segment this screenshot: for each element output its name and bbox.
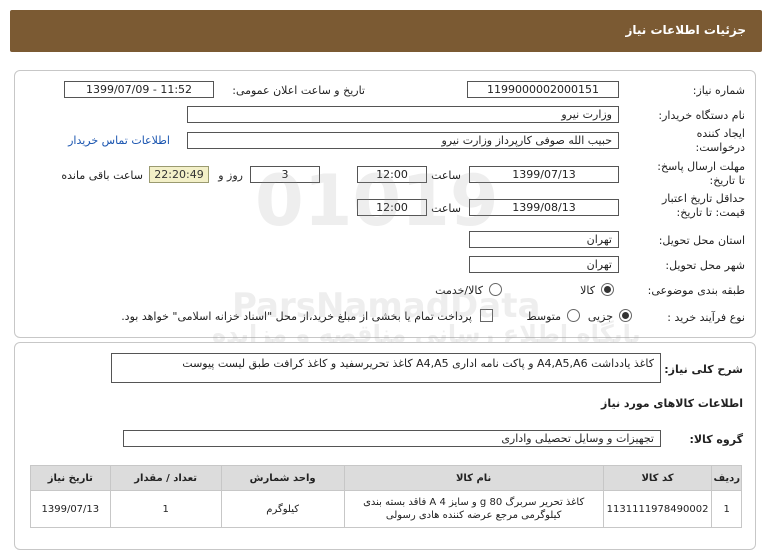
remaining-time-field: 22:20:49 — [149, 166, 209, 183]
need-description-panel: شرح کلی نیاز: کاغذ یادداشت A4,A5,A6 و پا… — [14, 342, 756, 550]
need-number-label: شماره نیاز: — [692, 84, 745, 97]
purchase-partial-label: جزیی — [587, 310, 613, 323]
delivery-city-field: تهران — [469, 256, 619, 273]
category-goods-service-radio[interactable] — [489, 283, 502, 296]
buyer-org-field: وزارت نیرو — [187, 106, 619, 123]
price-validity-time-field: 12:00 — [357, 199, 427, 216]
delivery-province-field: تهران — [469, 231, 619, 248]
cell-code: 1131111978490002 — [602, 490, 713, 528]
subject-category-label: طبقه بندی موضوعی: — [647, 284, 745, 297]
requester-field: حبیب الله صوفی کارپرداز وزارت نیرو — [187, 132, 619, 149]
page-header: جزئیات اطلاعات نیاز — [10, 10, 762, 52]
purchase-medium-label: متوسط — [526, 310, 561, 323]
description-label: شرح کلی نیاز: — [664, 363, 743, 376]
cell-unit: کیلوگرم — [220, 490, 345, 528]
col-date: تاریخ نیاز — [30, 465, 111, 491]
goods-group-field: تجهیزات و وسایل تحصیلی واداری — [123, 430, 661, 447]
price-validity-label-line1: حداقل تاریخ اعتبار — [661, 192, 745, 205]
col-quantity: تعداد / مقدار — [109, 465, 222, 491]
reply-deadline-label-line1: مهلت ارسال پاسخ: — [657, 160, 745, 173]
delivery-province-label: استان محل تحویل: — [658, 234, 745, 247]
col-row: ردیف — [711, 465, 742, 491]
reply-deadline-date-field: 1399/07/13 — [469, 166, 619, 183]
need-number-field: 1199000002000151 — [467, 81, 619, 98]
cell-date: 1399/07/13 — [30, 490, 111, 528]
price-validity-time-label: ساعت — [431, 202, 461, 215]
reply-days-field: 3 — [250, 166, 320, 183]
cell-row: 1 — [711, 490, 742, 528]
table-row: 1 1131111978490002 کاغذ تحریر سربرگ 80 g… — [30, 490, 742, 528]
cell-quantity: 1 — [109, 490, 222, 528]
purchase-medium-radio[interactable] — [567, 309, 580, 322]
col-code: کد کالا — [602, 465, 713, 491]
purchase-type-label: نوع فرآیند خرید : — [667, 311, 745, 324]
goods-section-title: اطلاعات کالاهای مورد نیاز — [601, 397, 743, 410]
col-unit: واحد شمارش — [220, 465, 345, 491]
purchase-partial-radio[interactable] — [619, 309, 632, 322]
col-name: نام کالا — [343, 465, 604, 491]
buyer-contact-link[interactable]: اطلاعات تماس خریدار — [68, 134, 170, 147]
announce-datetime-label: تاریخ و ساعت اعلان عمومی: — [232, 84, 365, 97]
requester-label-line2: درخواست: — [695, 141, 745, 154]
remaining-time-label: ساعت باقی مانده — [61, 169, 143, 182]
requester-label-line1: ایجاد کننده — [696, 127, 745, 140]
cell-name-line1: کاغذ تحریر سربرگ 80 g و سایز A 4 فاقد بس… — [363, 497, 585, 508]
description-text: کاغذ یادداشت A4,A5,A6 و پاکت نامه اداری … — [111, 353, 661, 383]
price-validity-date-field: 1399/08/13 — [469, 199, 619, 216]
cell-name-line2: کیلوگرمی مرجع عرضه کننده هادی رسولی — [385, 510, 562, 521]
treasury-payment-checkbox[interactable] — [480, 309, 493, 322]
goods-table-header: ردیف کد کالا نام کالا واحد شمارش تعداد /… — [30, 465, 742, 491]
goods-table: ردیف کد کالا نام کالا واحد شمارش تعداد /… — [30, 465, 742, 528]
buyer-org-label: نام دستگاه خریدار: — [658, 109, 745, 122]
page-title: جزئیات اطلاعات نیاز — [625, 23, 746, 37]
category-goods-label: کالا — [580, 284, 595, 297]
goods-group-label: گروه کالا: — [689, 433, 743, 446]
cell-name: کاغذ تحریر سربرگ 80 g و سایز A 4 فاقد بس… — [343, 490, 604, 528]
announce-datetime-field: 1399/07/09 - 11:52 — [64, 81, 214, 98]
price-validity-label-line2: قیمت: تا تاریخ: — [676, 206, 745, 219]
category-goods-service-label: کالا/خدمت — [435, 284, 483, 297]
delivery-city-label: شهر محل تحویل: — [665, 259, 745, 272]
reply-deadline-label-line2: تا تاریخ: — [709, 174, 745, 187]
treasury-payment-note: پرداخت تمام یا بخشی از مبلغ خرید،از محل … — [121, 310, 472, 323]
reply-days-label: روز و — [218, 169, 243, 182]
reply-deadline-time-label: ساعت — [431, 169, 461, 182]
reply-deadline-time-field: 12:00 — [357, 166, 427, 183]
need-info-panel: شماره نیاز: 1199000002000151 تاریخ و ساع… — [14, 70, 756, 338]
category-goods-radio[interactable] — [601, 283, 614, 296]
